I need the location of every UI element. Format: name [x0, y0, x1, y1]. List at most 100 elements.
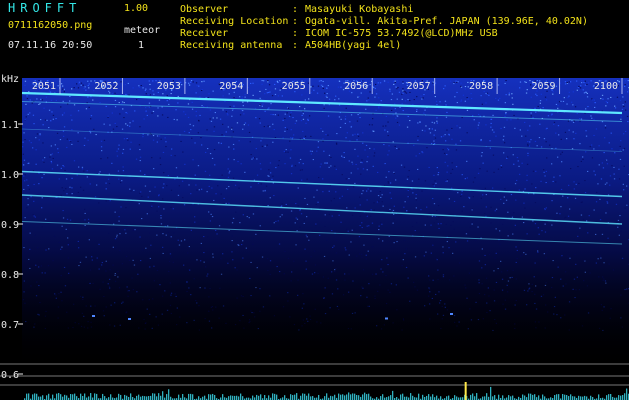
noise-dot [570, 168, 572, 170]
noise-dot [323, 297, 325, 299]
noise-dot [453, 275, 455, 277]
noise-dot [305, 260, 307, 262]
noise-dot [504, 308, 507, 310]
noise-dot [568, 301, 571, 303]
noise-dot [311, 273, 314, 275]
noise-dot [168, 270, 170, 272]
noise-dot [222, 109, 224, 111]
noise-dot [320, 80, 322, 82]
noise-dot [302, 118, 305, 120]
noise-dot [497, 99, 500, 101]
noise-dot [453, 228, 455, 230]
noise-dot [493, 300, 496, 302]
noise-dot [330, 200, 332, 202]
noise-dot [232, 131, 234, 133]
noise-dot [87, 96, 89, 98]
noise-dot [295, 120, 298, 122]
noise-dot [612, 269, 615, 271]
noise-dot [524, 81, 526, 83]
noise-dot [299, 169, 302, 171]
freq-tick-label: 1.0 [1, 170, 19, 181]
noise-dot [323, 107, 325, 109]
noise-dot [82, 296, 84, 298]
noise-dot [150, 244, 152, 246]
noise-dot [554, 296, 556, 298]
noise-dot [488, 253, 491, 255]
noise-dot [276, 266, 278, 268]
noise-dot [618, 234, 620, 236]
noise-dot [233, 97, 235, 99]
noise-dot [243, 124, 245, 126]
noise-dot [620, 118, 622, 120]
signal-bar [104, 396, 106, 400]
noise-dot [116, 234, 118, 236]
noise-dot [335, 168, 337, 170]
noise-dot [66, 146, 68, 148]
noise-dot [285, 203, 287, 205]
noise-dot [259, 122, 261, 124]
noise-dot [198, 85, 200, 87]
noise-dot [453, 315, 456, 317]
noise-dot [404, 201, 406, 203]
signal-bar [582, 396, 584, 400]
noise-dot [297, 279, 299, 281]
noise-dot [272, 114, 274, 116]
noise-dot [122, 108, 124, 110]
noise-dot [450, 224, 452, 226]
noise-dot [475, 301, 477, 303]
signal-bar [380, 396, 382, 400]
noise-dot [468, 197, 471, 199]
noise-dot [383, 324, 385, 326]
noise-dot [63, 166, 65, 168]
noise-dot [52, 114, 55, 116]
noise-dot [622, 149, 624, 151]
noise-dot [228, 93, 230, 95]
noise-dot [444, 100, 447, 102]
noise-dot [354, 148, 356, 150]
noise-dot [39, 134, 41, 136]
noise-dot [553, 121, 556, 123]
noise-dot [201, 81, 203, 83]
noise-dot [165, 146, 167, 148]
noise-dot [255, 148, 257, 150]
noise-dot [553, 313, 555, 315]
noise-dot [382, 240, 384, 242]
noise-dot [275, 220, 277, 222]
frequency-axis: kHz1.11.00.90.80.70.6 [1, 74, 23, 381]
noise-dot [194, 216, 196, 218]
noise-dot [84, 224, 86, 226]
noise-dot [269, 126, 271, 128]
noise-dot [167, 116, 169, 118]
noise-dot [322, 87, 324, 89]
noise-dot [354, 207, 356, 209]
noise-dot [303, 137, 305, 139]
noise-dot [407, 99, 409, 101]
signal-bar [66, 395, 68, 400]
noise-dot [44, 119, 47, 121]
noise-dot [158, 99, 161, 101]
noise-dot [219, 118, 222, 120]
noise-dot [260, 140, 262, 142]
noise-dot [114, 273, 116, 275]
noise-dot [43, 173, 45, 175]
noise-dot [532, 220, 534, 222]
noise-dot [537, 227, 539, 229]
noise-dot [456, 102, 458, 104]
noise-dot [78, 323, 80, 325]
noise-dot [605, 105, 607, 107]
noise-dot [369, 215, 372, 217]
noise-dot [289, 316, 291, 318]
noise-dot [434, 180, 436, 182]
noise-dot [232, 108, 235, 110]
noise-dot [214, 112, 216, 114]
noise-dot [291, 165, 293, 167]
noise-dot [379, 191, 381, 193]
noise-dot [428, 166, 430, 168]
noise-dot [543, 138, 546, 140]
noise-dot [326, 96, 328, 98]
time-label: 2052 [94, 81, 118, 92]
noise-dot [42, 124, 44, 126]
noise-dot [262, 306, 265, 308]
noise-dot [385, 303, 388, 305]
signal-bar [618, 395, 620, 400]
